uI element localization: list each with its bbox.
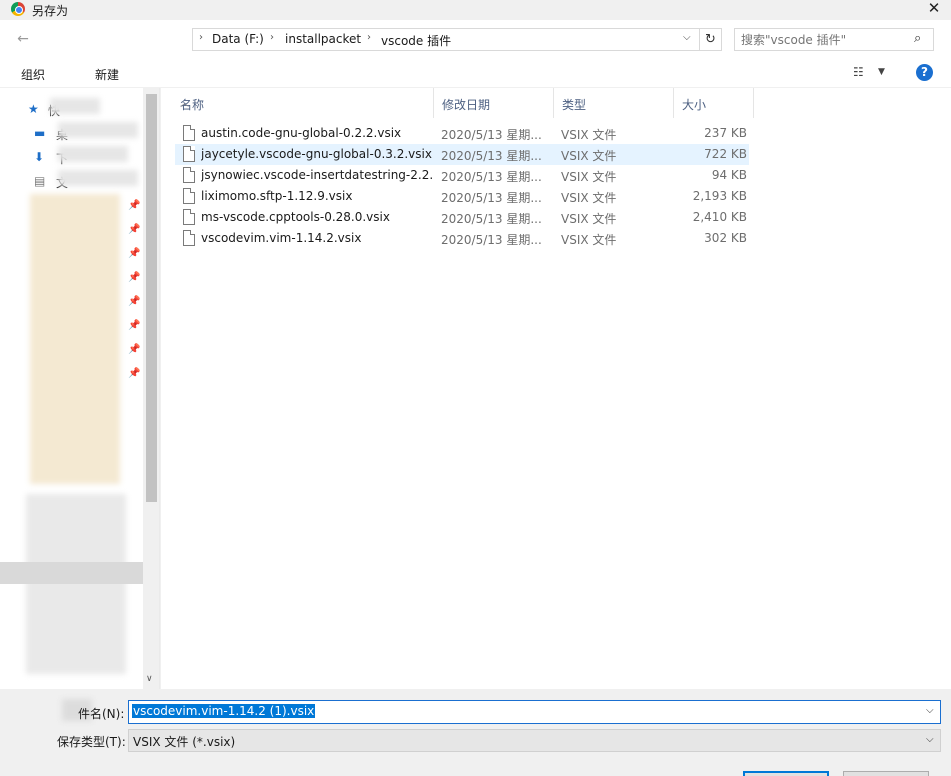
- close-button[interactable]: ✕: [921, 0, 947, 19]
- file-size: 94 KB: [711, 168, 747, 182]
- filetype-select[interactable]: VSIX 文件 (*.vsix) ⌵: [128, 729, 941, 752]
- back-arrow-icon[interactable]: ←: [14, 30, 32, 48]
- file-type: VSIX 文件: [561, 170, 617, 184]
- redacted-area: [58, 146, 128, 162]
- filetype-value: VSIX 文件 (*.vsix): [133, 735, 236, 749]
- file-icon: [183, 209, 195, 225]
- file-size: 2,193 KB: [692, 189, 747, 203]
- help-icon[interactable]: ?: [916, 64, 933, 81]
- chevron-down-icon[interactable]: ∨: [146, 674, 153, 684]
- redacted-area: [50, 98, 100, 114]
- filename-field[interactable]: vscodevim.vim-1.14.2 (1).vsix ⌵: [128, 700, 941, 724]
- star-icon: ★: [28, 102, 39, 116]
- file-type: VSIX 文件: [561, 149, 617, 163]
- command-toolbar: 组织 新建 ☷ ▼ ?: [0, 60, 951, 88]
- cancel-button[interactable]: [843, 771, 929, 776]
- desktop-icon: ▬: [34, 126, 46, 140]
- file-row[interactable]: austin.code-gnu-global-0.2.2.vsix 2020/5/…: [175, 123, 749, 144]
- file-name: jsynowiec.vscode-insertdatestring-2.2...: [201, 168, 433, 182]
- redacted-area: [58, 122, 138, 138]
- file-icon: [183, 188, 195, 204]
- address-bar[interactable]: › Data (F:) › installpacket › vscode 插件 …: [192, 28, 700, 51]
- title-bar: 另存为 ✕: [0, 0, 951, 20]
- file-type: VSIX 文件: [561, 212, 617, 226]
- file-date: 2020/5/13 星期...: [441, 149, 542, 163]
- breadcrumb-chevron-icon[interactable]: ›: [367, 32, 371, 43]
- search-input[interactable]: [741, 32, 911, 47]
- breadcrumb-chevron-icon[interactable]: ›: [270, 32, 274, 43]
- breadcrumb-drive[interactable]: Data (F:): [212, 32, 264, 46]
- pin-icon[interactable]: 📌: [128, 368, 140, 379]
- search-icon[interactable]: ⌕: [914, 31, 921, 46]
- filename-input[interactable]: vscodevim.vim-1.14.2 (1).vsix: [132, 704, 316, 718]
- file-type: VSIX 文件: [561, 233, 617, 247]
- breadcrumb-chevron-icon[interactable]: ›: [199, 32, 203, 43]
- sidebar-scrollbar-thumb[interactable]: [146, 94, 157, 502]
- redacted-area: [26, 494, 126, 674]
- document-icon: ▤: [34, 174, 46, 188]
- breadcrumb-folder-current[interactable]: vscode 插件: [381, 32, 451, 49]
- redacted-area: [30, 194, 120, 484]
- file-date: 2020/5/13 星期...: [441, 170, 542, 184]
- file-date: 2020/5/13 星期...: [441, 128, 542, 142]
- new-folder-button[interactable]: 新建: [95, 66, 119, 83]
- file-name: austin.code-gnu-global-0.2.2.vsix: [201, 126, 402, 140]
- file-size: 237 KB: [704, 126, 747, 140]
- file-date: 2020/5/13 星期...: [441, 212, 542, 226]
- file-type: VSIX 文件: [561, 128, 617, 142]
- download-icon: ⬇: [34, 150, 45, 164]
- file-type: VSIX 文件: [561, 191, 617, 205]
- file-list: 名称 ︿ 修改日期 类型 大小 austin.code-gnu-global-0…: [161, 88, 951, 689]
- column-header-size[interactable]: 大小: [674, 88, 754, 118]
- file-date: 2020/5/13 星期...: [441, 191, 542, 205]
- view-options-icon[interactable]: ☷: [853, 65, 864, 79]
- pin-icon[interactable]: 📌: [128, 200, 140, 211]
- pin-icon[interactable]: 📌: [128, 320, 140, 331]
- refresh-button[interactable]: ↻: [700, 28, 722, 51]
- filename-label: 件名(N):: [78, 707, 125, 721]
- sort-ascending-icon: ︿: [180, 99, 190, 109]
- chevron-down-icon[interactable]: ⌵: [926, 705, 934, 716]
- file-name: vscodevim.vim-1.14.2.vsix: [201, 231, 362, 245]
- file-size: 2,410 KB: [692, 210, 747, 224]
- search-box[interactable]: ⌕: [734, 28, 934, 51]
- chevron-down-icon[interactable]: ⌵: [926, 734, 934, 745]
- file-row[interactable]: jsynowiec.vscode-insertdatestring-2.2...…: [175, 165, 749, 186]
- file-name: liximomo.sftp-1.12.9.vsix: [201, 189, 353, 203]
- navigation-pane: ★ 快 ▬ 桌 ⬇ 下 ▤ 文 📌 📌 📌 📌 📌 📌 📌 📌 ∨: [0, 88, 160, 689]
- redacted-area: [58, 170, 138, 186]
- column-header-date[interactable]: 修改日期: [434, 88, 554, 118]
- file-size: 302 KB: [704, 231, 747, 245]
- column-header-name[interactable]: 名称 ︿: [172, 88, 434, 118]
- file-row[interactable]: ms-vscode.cpptools-0.28.0.vsix 2020/5/13 …: [175, 207, 749, 228]
- filetype-label: 保存类型(T):: [57, 735, 126, 749]
- file-row[interactable]: jaycetyle.vscode-gnu-global-0.3.2.vsix 20…: [175, 144, 749, 165]
- chevron-down-icon[interactable]: ▼: [878, 67, 885, 77]
- file-icon: [183, 125, 195, 141]
- file-name: ms-vscode.cpptools-0.28.0.vsix: [201, 210, 390, 224]
- file-name: jaycetyle.vscode-gnu-global-0.3.2.vsix: [201, 147, 432, 161]
- pin-icon[interactable]: 📌: [128, 272, 140, 283]
- file-icon: [183, 146, 195, 162]
- window-title: 另存为: [32, 4, 69, 18]
- file-date: 2020/5/13 星期...: [441, 233, 542, 247]
- chrome-icon: [11, 2, 25, 16]
- chevron-down-icon[interactable]: ⌵: [683, 32, 691, 43]
- pin-icon[interactable]: 📌: [128, 224, 140, 235]
- file-icon: [183, 230, 195, 246]
- file-icon: [183, 167, 195, 183]
- pin-icon[interactable]: 📌: [128, 296, 140, 307]
- breadcrumb-folder-installpacket[interactable]: installpacket: [285, 32, 361, 46]
- save-button[interactable]: [743, 771, 829, 776]
- organize-button[interactable]: 组织: [21, 66, 45, 83]
- file-row[interactable]: liximomo.sftp-1.12.9.vsix 2020/5/13 星期...…: [175, 186, 749, 207]
- column-header-type[interactable]: 类型: [554, 88, 674, 118]
- file-row[interactable]: vscodevim.vim-1.14.2.vsix 2020/5/13 星期...…: [175, 228, 749, 249]
- sidebar-item-selected[interactable]: [0, 562, 143, 584]
- navigation-bar: ← › Data (F:) › installpacket › vscode 插…: [0, 20, 951, 60]
- pin-icon[interactable]: 📌: [128, 248, 140, 259]
- file-size: 722 KB: [704, 147, 747, 161]
- save-options-panel: 件名(N): vscodevim.vim-1.14.2 (1).vsix ⌵ 保…: [0, 689, 951, 776]
- pin-icon[interactable]: 📌: [128, 344, 140, 355]
